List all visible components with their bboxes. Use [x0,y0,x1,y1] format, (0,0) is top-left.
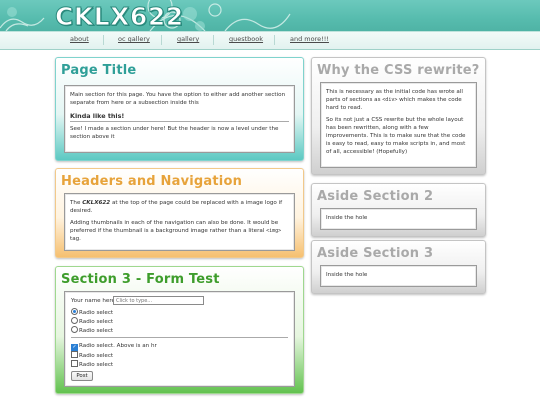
form-test-title: Section 3 - Form Test [61,272,220,287]
headers-navigation-title: Headers and Navigation [61,174,243,189]
aside-3-body: Inside the hole [326,272,368,278]
radio-option-1[interactable]: Radio select [71,308,113,317]
form-test-content: Your name here: Radio select Radio selec… [64,291,295,387]
nav-bar: about oc gallery gallery guestbook and m… [0,31,540,50]
subsection-divider [70,121,289,122]
aside-section-2: Aside Section 2 Inside the hole [311,183,486,237]
page-title-content: Main section for this page. You have the… [64,85,295,153]
section-headers-navigation: Headers and Navigation The CKLX622 at th… [55,168,304,258]
nav-link-oc-gallery[interactable]: oc gallery [118,35,150,43]
site-logo[interactable]: CKLX622 [55,2,184,32]
headers-navigation-content: The CKLX622 at the top of the page could… [64,193,295,251]
nav-link-and-more[interactable]: and more!!! [290,35,329,43]
headers-navigation-p2: Adding thumbnails in each of the navigat… [70,219,289,243]
checkbox-label: Radio select. Above is an hr [79,343,157,349]
section-form-test: Section 3 - Form Test Your name here: Ra… [55,266,304,394]
aside-section-3: Aside Section 3 Inside the hole [311,240,486,294]
css-rewrite-title: Why the CSS rewrite? [317,63,480,78]
nav-divider [161,35,162,45]
radio-label: Radio select [79,319,114,325]
aside-2-title: Aside Section 2 [317,189,434,204]
css-rewrite-p1: This is necessary as the initial code ha… [326,88,471,112]
checkbox[interactable] [71,360,78,367]
page-title-body: Main section for this page. You have the… [70,92,286,106]
subsection-title: Kinda like this! [70,112,125,120]
post-button[interactable]: Post [71,371,93,381]
checkbox[interactable] [71,351,78,358]
css-rewrite-content: This is necessary as the initial code ha… [320,82,477,168]
radio-button[interactable] [71,317,78,324]
radio-label: Radio select [79,310,114,316]
text: Adding thumbnails in each of the navigat… [70,220,279,234]
radio-button-selected[interactable] [71,308,78,315]
checkbox-option-2[interactable]: Radio select [71,351,113,360]
radio-button[interactable] [71,326,78,333]
subsection-body: See! I made a section under here! But th… [70,126,279,140]
checkbox-checked[interactable]: ✓ [71,344,78,351]
aside-2-content: Inside the hole [320,208,477,230]
nav-link-about[interactable]: about [70,35,89,43]
radio-option-2[interactable]: Radio select [71,317,113,326]
code-img-tag: <img> [266,228,282,234]
nav-link-guestbook[interactable]: guestbook [229,35,263,43]
checkbox-option-1[interactable]: ✓ Radio select. Above is an hr [71,342,157,351]
aside-css-rewrite: Why the CSS rewrite? This is necessary a… [311,57,486,175]
text: The [70,200,83,206]
checkbox-option-3[interactable]: Radio select [71,360,113,369]
radio-option-3[interactable]: Radio select [71,326,113,335]
aside-2-body: Inside the hole [326,215,368,221]
aside-3-title: Aside Section 3 [317,246,434,261]
aside-3-content: Inside the hole [320,265,477,287]
logo-reference: CKLX622 [82,200,111,206]
nav-divider [213,35,214,45]
nav-divider [103,35,104,45]
form-divider [71,337,288,338]
name-label: Your name here: [71,298,117,304]
section-page-title: Page Title Main section for this page. Y… [55,57,304,161]
checkbox-label: Radio select [79,362,114,368]
headers-navigation-p1: The CKLX622 at the top of the page could… [70,199,289,215]
code-div-tag: <div> [382,97,398,103]
name-input[interactable] [113,296,204,305]
css-rewrite-p2: So its not just a CSS rewrite but the wh… [326,117,466,155]
nav-link-gallery[interactable]: gallery [177,35,199,43]
nav-divider [274,35,275,45]
text: tag. [70,236,81,242]
checkbox-label: Radio select [79,353,114,359]
page-title: Page Title [61,63,137,78]
site-header: CKLX622 [0,0,540,31]
radio-label: Radio select [79,328,114,334]
